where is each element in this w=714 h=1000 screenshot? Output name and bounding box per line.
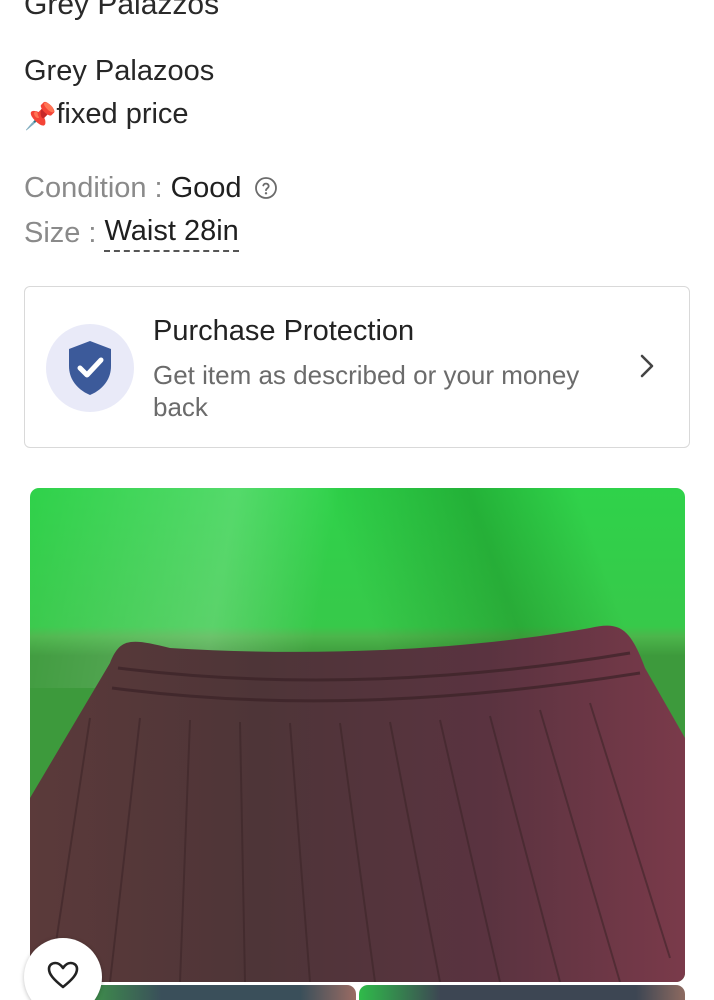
description-line-1: Grey Palazoos [24,55,215,87]
condition-value: Good [170,172,242,204]
listing-description: Grey Palazoos 📌fixed price [24,50,214,136]
pushpin-icon: 📌 [24,101,57,131]
help-circle-icon[interactable] [254,176,278,200]
description-line-2: 📌fixed price [24,93,214,136]
chevron-right-icon [639,353,655,384]
condition-row: Condition : Good [24,170,278,206]
size-value[interactable]: Waist 28in [104,213,239,252]
size-label: Size [24,216,81,249]
product-image-thumbnail[interactable] [359,985,685,1000]
condition-separator: : [154,172,163,204]
product-image-main[interactable] [30,488,685,982]
size-row: Size : Waist 28in [24,213,239,252]
shield-icon-badge [46,324,134,412]
protection-title: Purchase Protection [153,315,415,347]
size-separator: : [88,216,97,249]
shield-check-icon [69,341,111,395]
listing-title: Grey Palazzos [24,0,220,21]
listing-page: Grey Palazzos Grey Palazoos 📌fixed price… [0,0,714,1000]
protection-subtitle: Get item as described or your money back [153,360,580,422]
palazzo-fabric [30,625,685,982]
product-image-thumbnail[interactable] [78,985,356,1000]
heart-outline-icon [47,961,79,989]
fixed-price-text: fixed price [56,98,189,130]
condition-label: Condition [24,172,147,204]
purchase-protection-card[interactable]: Purchase Protection Get item as describe… [24,286,690,448]
